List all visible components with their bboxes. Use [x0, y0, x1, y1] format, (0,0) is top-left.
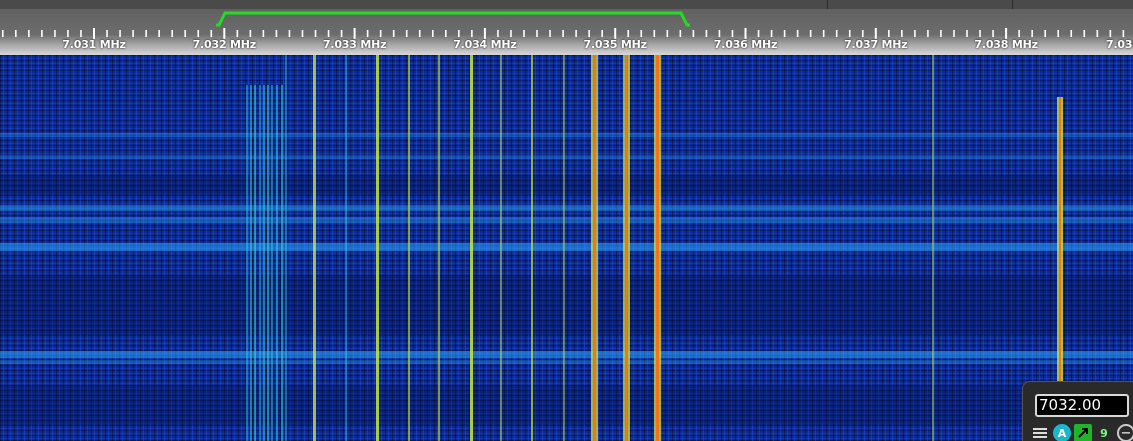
waterfall-signals: [0, 55, 1133, 441]
signal-trace: [438, 55, 440, 441]
noise-shade: [0, 385, 1133, 425]
signal-trace: [470, 55, 473, 441]
noise-shade: [0, 175, 1133, 195]
signal-trace: [285, 55, 287, 441]
signal-trace: [531, 55, 533, 441]
control-panel: A 9 −: [1022, 381, 1133, 441]
signal-trace: [281, 85, 283, 441]
signal-trace: [932, 55, 934, 441]
noise-band: [0, 351, 1133, 358]
frequency-label: 7.032 MHz: [192, 38, 257, 51]
signal-trace: [563, 55, 565, 441]
arrow-up-right-icon: [1078, 428, 1088, 438]
signal-trace: [263, 85, 265, 441]
number-badge-button[interactable]: 9: [1095, 424, 1113, 441]
signal-trace: [408, 55, 410, 441]
passband-marker[interactable]: [216, 11, 690, 27]
frequency-label: 7.035 MHz: [583, 38, 647, 51]
frequency-label: 7.034 MHz: [453, 38, 517, 51]
noise-band: [0, 133, 1133, 137]
agc-button[interactable]: A: [1053, 424, 1071, 441]
scale-ticks: [1, 11, 1125, 39]
spot-button[interactable]: [1074, 424, 1092, 441]
signal-trace: [250, 85, 252, 441]
sdr-receiver-window: 7.031 MHz 7.032 MHz 7.033 MHz 7.034 MHz 7.03…: [0, 0, 1133, 441]
frequency-label: 7.031 MHz: [62, 38, 126, 51]
strong-signal-trace: [625, 55, 628, 441]
signal-trace: [267, 85, 269, 441]
frequency-label: 7.038 MHz: [974, 38, 1038, 51]
frequency-label: 7.039: [1106, 38, 1133, 51]
signal-trace: [271, 85, 273, 441]
frequency-input[interactable]: [1035, 394, 1129, 417]
noise-band: [0, 205, 1133, 211]
frequency-label: 7.033 MHz: [322, 38, 387, 51]
toolbar-divider: [827, 0, 828, 9]
signal-trace: [376, 55, 379, 441]
signal-trace: [246, 85, 248, 441]
noise-band: [0, 243, 1133, 251]
signal-trace: [313, 55, 316, 441]
toolbar-divider: [1012, 0, 1013, 9]
noise-shade: [0, 275, 1133, 335]
frequency-label: 7.037 MHz: [844, 38, 908, 51]
signal-trace: [500, 55, 502, 441]
strong-signal-trace: [1059, 97, 1061, 385]
signal-trace: [345, 55, 347, 441]
noise-band: [0, 217, 1133, 223]
noise-band: [0, 155, 1133, 159]
signal-trace: [276, 85, 278, 441]
frequency-scale[interactable]: 7.031 MHz 7.032 MHz 7.033 MHz 7.034 MHz 7.03…: [0, 9, 1133, 55]
frequency-label: 7.036 MHz: [713, 38, 778, 51]
hamburger-icon: [1033, 426, 1047, 440]
zoom-out-button[interactable]: −: [1117, 424, 1133, 441]
strong-signal-trace: [656, 55, 659, 441]
zoom-out-icon: −: [1120, 425, 1132, 441]
menu-button[interactable]: [1031, 424, 1049, 441]
noise-band: [0, 360, 1133, 364]
signal-trace: [259, 85, 261, 441]
waterfall-display[interactable]: [0, 55, 1133, 441]
top-toolbar-strip: [0, 0, 1133, 9]
signal-trace: [254, 85, 256, 441]
strong-signal-trace: [593, 55, 596, 441]
